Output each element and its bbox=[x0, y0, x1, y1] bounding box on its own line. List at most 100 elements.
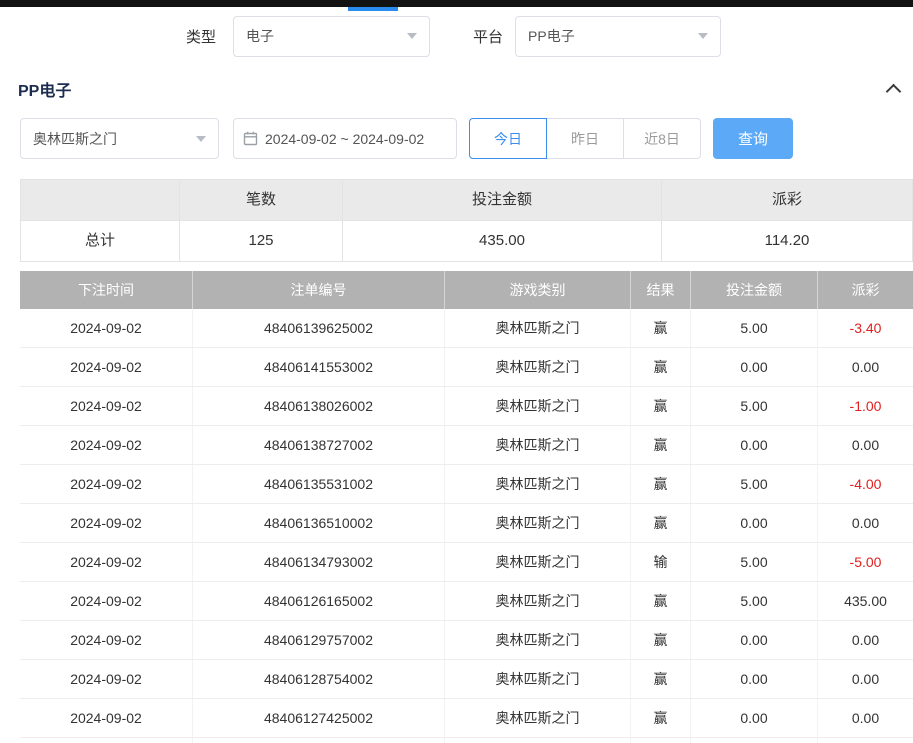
cell-bet-time: 2024-09-02 bbox=[20, 465, 192, 503]
header-bet-time: 下注时间 bbox=[20, 271, 192, 309]
cell-bet-time: 2024-09-02 bbox=[20, 387, 192, 425]
cell-game-category: 奥林匹斯之门 bbox=[444, 504, 630, 542]
cell-bet-amount: 5.00 bbox=[690, 309, 817, 347]
cell-bet-time: 2024-09-02 bbox=[20, 582, 192, 620]
cell-bet-time: 2024-09-02 bbox=[20, 504, 192, 542]
cell-payout: -3.40 bbox=[817, 309, 913, 347]
cell-bet-time: 2024-09-02 bbox=[20, 660, 192, 698]
header-order-id: 注单编号 bbox=[192, 271, 444, 309]
cell-game-category: 奥林匹斯之门 bbox=[444, 348, 630, 386]
summary-total-count: 125 bbox=[179, 221, 342, 261]
cell-bet-amount: 5.00 bbox=[690, 738, 817, 743]
filter-row: 类型 电子 平台 PP电子 bbox=[0, 15, 721, 57]
table-row: 2024-09-02 48406135531002 奥林匹斯之门 赢 5.00 … bbox=[20, 465, 913, 504]
cell-bet-time: 2024-09-02 bbox=[20, 348, 192, 386]
date-range-value: 2024-09-02 ~ 2024-09-02 bbox=[265, 131, 424, 147]
summary-total-payout: 114.20 bbox=[661, 221, 912, 261]
cell-bet-amount: 5.00 bbox=[690, 582, 817, 620]
game-select[interactable]: 奥林匹斯之门 bbox=[20, 118, 219, 159]
summary-header-bet-amount: 投注金额 bbox=[342, 180, 661, 220]
bet-table-body: 2024-09-02 48406139625002 奥林匹斯之门 赢 5.00 … bbox=[20, 309, 913, 743]
header-result: 结果 bbox=[630, 271, 690, 309]
table-row: 2024-09-02 48406129757002 奥林匹斯之门 赢 0.00 … bbox=[20, 621, 913, 660]
cell-result: 赢 bbox=[630, 504, 690, 542]
platform-label: 平台 bbox=[473, 26, 503, 47]
platform-select[interactable]: PP电子 bbox=[515, 16, 721, 57]
collapse-section-icon[interactable] bbox=[886, 84, 902, 100]
cell-payout: -5.00 bbox=[817, 543, 913, 581]
cell-bet-time: 2024-09-02 bbox=[20, 426, 192, 464]
cell-bet-amount: 0.00 bbox=[690, 348, 817, 386]
cell-order-id: 48406129757002 bbox=[192, 621, 444, 659]
cell-bet-amount: 5.00 bbox=[690, 465, 817, 503]
header-payout: 派彩 bbox=[817, 271, 913, 309]
yesterday-button[interactable]: 昨日 bbox=[546, 118, 624, 159]
cell-bet-amount: 0.00 bbox=[690, 426, 817, 464]
search-button[interactable]: 查询 bbox=[713, 118, 793, 159]
cell-bet-time: 2024-09-02 bbox=[20, 699, 192, 737]
cell-result: 赢 bbox=[630, 621, 690, 659]
cell-order-id: 48406139625002 bbox=[192, 309, 444, 347]
cell-payout: -1.00 bbox=[817, 387, 913, 425]
summary-header-count: 笔数 bbox=[179, 180, 342, 220]
date-range-input[interactable]: 2024-09-02 ~ 2024-09-02 bbox=[233, 118, 457, 159]
cell-bet-amount: 0.00 bbox=[690, 504, 817, 542]
cell-bet-amount: 5.00 bbox=[690, 543, 817, 581]
cell-result: 赢 bbox=[630, 582, 690, 620]
summary-total-bet-amount: 435.00 bbox=[342, 221, 661, 261]
cell-order-id: 48406141553002 bbox=[192, 348, 444, 386]
cell-result: 赢 bbox=[630, 309, 690, 347]
cell-result: 赢 bbox=[630, 465, 690, 503]
cell-order-id: 48406125316002 bbox=[192, 738, 444, 743]
cell-payout: 0.00 bbox=[817, 660, 913, 698]
last-8-days-button[interactable]: 近8日 bbox=[623, 118, 701, 159]
type-label: 类型 bbox=[186, 26, 216, 47]
table-row: 2024-09-02 48406141553002 奥林匹斯之门 赢 0.00 … bbox=[20, 348, 913, 387]
cell-game-category: 奥林匹斯之门 bbox=[444, 582, 630, 620]
cell-bet-time: 2024-09-02 bbox=[20, 543, 192, 581]
table-row: 2024-09-02 48406139625002 奥林匹斯之门 赢 5.00 … bbox=[20, 309, 913, 348]
summary-header-blank bbox=[21, 180, 179, 220]
table-row: 2024-09-02 48406138727002 奥林匹斯之门 赢 0.00 … bbox=[20, 426, 913, 465]
summary-header-row: 笔数 投注金额 派彩 bbox=[21, 180, 912, 220]
cell-payout: 0.00 bbox=[817, 621, 913, 659]
summary-total-label: 总计 bbox=[21, 221, 179, 261]
cell-result: 赢 bbox=[630, 387, 690, 425]
chevron-down-icon bbox=[407, 33, 417, 39]
chevron-down-icon bbox=[196, 136, 206, 142]
cell-order-id: 48406136510002 bbox=[192, 504, 444, 542]
cell-payout: 435.00 bbox=[817, 582, 913, 620]
section-title: PP电子 bbox=[18, 77, 71, 101]
table-row: 2024-09-02 48406138026002 奥林匹斯之门 赢 5.00 … bbox=[20, 387, 913, 426]
section-header: PP电子 bbox=[18, 76, 899, 102]
cell-bet-time: 2024-09-02 bbox=[20, 309, 192, 347]
cell-payout: 0.00 bbox=[817, 699, 913, 737]
summary-total-row: 总计 125 435.00 114.20 bbox=[21, 220, 912, 261]
cell-bet-amount: 0.00 bbox=[690, 621, 817, 659]
type-select[interactable]: 电子 bbox=[233, 16, 430, 57]
table-row: 2024-09-02 48406134793002 奥林匹斯之门 输 5.00 … bbox=[20, 543, 913, 582]
cell-bet-amount: 5.00 bbox=[690, 387, 817, 425]
summary-table: 笔数 投注金额 派彩 总计 125 435.00 114.20 bbox=[20, 179, 913, 262]
cell-game-category: 奥林匹斯之门 bbox=[444, 543, 630, 581]
quick-date-button-group: 今日 昨日 近8日 bbox=[469, 118, 701, 159]
cell-game-category: 奥林匹斯之门 bbox=[444, 621, 630, 659]
cell-bet-amount: 0.00 bbox=[690, 699, 817, 737]
cell-game-category: 奥林匹斯之门 bbox=[444, 387, 630, 425]
cell-order-id: 48406134793002 bbox=[192, 543, 444, 581]
cell-payout: -4.00 bbox=[817, 465, 913, 503]
table-row: 2024-09-02 48406128754002 奥林匹斯之门 赢 0.00 … bbox=[20, 660, 913, 699]
cell-payout: 0.00 bbox=[817, 504, 913, 542]
cell-payout: -5.00 bbox=[817, 738, 913, 743]
cell-order-id: 48406128754002 bbox=[192, 660, 444, 698]
cell-game-category: 奥林匹斯之门 bbox=[444, 699, 630, 737]
summary-header-payout: 派彩 bbox=[661, 180, 912, 220]
cell-result: 赢 bbox=[630, 699, 690, 737]
cell-game-category: 奥林匹斯之门 bbox=[444, 738, 630, 743]
today-button[interactable]: 今日 bbox=[469, 118, 547, 159]
bet-records-screen: 类型 电子 平台 PP电子 PP电子 奥林匹斯之门 2024-09-02 ~ 2… bbox=[0, 0, 913, 743]
cell-order-id: 48406135531002 bbox=[192, 465, 444, 503]
top-nav-bar bbox=[0, 0, 913, 7]
type-select-value: 电子 bbox=[246, 26, 274, 46]
bet-table-header: 下注时间 注单编号 游戏类别 结果 投注金额 派彩 bbox=[20, 271, 913, 309]
